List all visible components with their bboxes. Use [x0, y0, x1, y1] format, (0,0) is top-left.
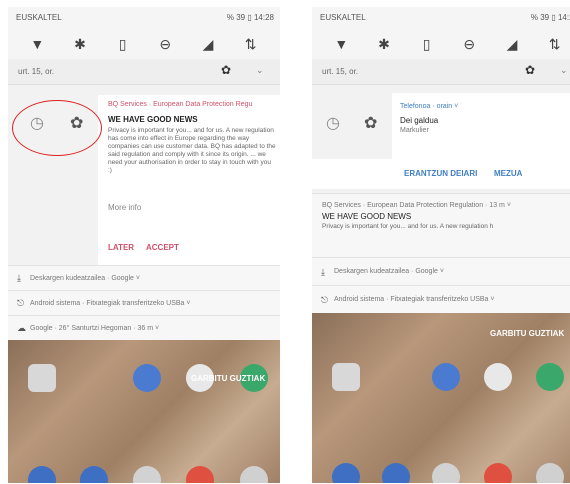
quick-settings: ▼ ✱ ▯ ⊖ ◢ ⇅ — [8, 29, 280, 59]
notification-body: Privacy is important for you... and for … — [108, 127, 276, 174]
carrier-label: EUSKALTEL — [16, 13, 62, 22]
usb-icon: ⎋ — [321, 295, 329, 305]
battery-clock: % 39 ▯ 14:29 — [530, 13, 570, 22]
quick-settings: ▼ ✱ ▯ ⊖ ◢ ⇅ — [312, 29, 570, 59]
date-bar: urt. 15, or. ✿ ⌄ — [312, 59, 570, 85]
messages-app-icon[interactable] — [382, 463, 410, 483]
wifi-icon[interactable]: ▼ — [331, 36, 351, 52]
usb-transfer-notification: Android sistema · Fitxategiak transferit… — [30, 300, 191, 307]
more-info-link[interactable]: More info — [108, 203, 141, 212]
phone-screenshot-left: EUSKALTEL % 39 ▯ 14:28 ▼ ✱ ▯ ⊖ ◢ ⇅ urt. … — [8, 7, 280, 483]
clear-all-button[interactable]: GARBITU GUZTIAK — [191, 374, 265, 383]
home-wallpaper: GARBITU GUZTIAK — [8, 340, 280, 483]
notification-body: Privacy is important for you... and for … — [322, 223, 494, 230]
phone-app-icon[interactable] — [332, 463, 360, 483]
phone-screenshot-right: EUSKALTEL % 39 ▯ 14:29 ▼ ✱ ▯ ⊖ ◢ ⇅ urt. … — [312, 7, 570, 483]
notification-header: BQ Services · European Data Protection R… — [322, 202, 511, 209]
do-not-disturb-icon[interactable]: ⊖ — [155, 36, 175, 53]
weather-cloud-icon: ☁ — [17, 323, 26, 333]
download-icon: ⤓ — [17, 273, 21, 283]
list-item[interactable]: ⤓ Deskargen kudeatzailea · Google ˅ — [312, 257, 570, 285]
list-item[interactable]: ⎋ Android sistema · Fitxategiak transfer… — [312, 285, 570, 313]
message-button[interactable]: MEZUA — [494, 169, 522, 178]
notification-title: Dei galdua — [400, 116, 439, 125]
wifi-icon[interactable]: ▼ — [27, 36, 47, 52]
phone-app-icon[interactable] — [28, 466, 56, 483]
settings-gear-icon[interactable]: ✿ — [221, 63, 231, 77]
signal-icon[interactable]: ◢ — [502, 36, 522, 53]
battery-clock: % 39 ▯ 14:28 — [226, 13, 274, 22]
highlight-circle — [12, 100, 102, 156]
weather-notification: Google · 26° Santurtzi Hegoman · 36 m ˅ — [30, 325, 160, 332]
download-icon: ⤓ — [321, 267, 325, 277]
home-wallpaper: GARBITU GUZTIAK — [312, 313, 570, 483]
app-folder-icon[interactable] — [332, 363, 360, 391]
notification-caller: Markulier — [400, 127, 429, 134]
settings-gear-icon[interactable]: ✿ — [525, 63, 535, 77]
usb-transfer-notification: Android sistema · Fitxategiak transferit… — [334, 296, 495, 303]
notification-title: WE HAVE GOOD NEWS — [322, 212, 412, 221]
notification-header: BQ Services · European Data Protection R… — [108, 101, 253, 108]
camera-app-icon[interactable] — [536, 463, 564, 483]
bq-notification[interactable]: BQ Services · European Data Protection R… — [312, 193, 570, 257]
date-bar: urt. 15, or. ✿ ⌄ — [8, 59, 280, 85]
bluetooth-icon[interactable]: ✱ — [374, 36, 394, 53]
expand-chevron-icon[interactable]: ⌄ — [560, 65, 568, 76]
photos-app-icon[interactable] — [484, 363, 512, 391]
mobile-data-icon[interactable]: ⇅ — [545, 36, 565, 53]
usb-icon: ⎋ — [17, 298, 25, 308]
battery-saver-icon[interactable]: ▯ — [417, 36, 437, 53]
signal-icon[interactable]: ◢ — [198, 36, 218, 53]
notification-settings-gear-icon[interactable]: ✿ — [364, 113, 377, 133]
list-item[interactable]: ☁ Google · 26° Santurtzi Hegoman · 36 m … — [8, 315, 280, 340]
later-button[interactable]: LATER — [108, 243, 134, 252]
date-label: urt. 15, or. — [18, 67, 55, 76]
messages-app-icon[interactable] — [80, 466, 108, 483]
camera-app-icon[interactable] — [240, 466, 268, 483]
carrier-label: EUSKALTEL — [320, 13, 366, 22]
accept-button[interactable]: ACCEPT — [146, 243, 179, 252]
app-folder-icon[interactable] — [28, 364, 56, 392]
bluetooth-icon[interactable]: ✱ — [70, 36, 90, 53]
play-store-icon[interactable] — [536, 363, 564, 391]
gmail-app-icon[interactable] — [133, 466, 161, 483]
notification-actions: ERANTZUN DEIARI MEZUA — [312, 159, 570, 189]
call-back-button[interactable]: ERANTZUN DEIARI — [404, 169, 477, 178]
gmail-app-icon[interactable] — [432, 463, 460, 483]
list-item[interactable]: ⤓ Deskargen kudeatzailea · Google ˅ — [8, 265, 280, 290]
download-manager-notification: Deskargen kudeatzailea · Google ˅ — [30, 275, 140, 282]
list-item[interactable]: ⎋ Android sistema · Fitxategiak transfer… — [8, 290, 280, 315]
chrome-app-icon[interactable] — [186, 466, 214, 483]
clear-all-button[interactable]: GARBITU GUZTIAK — [490, 329, 564, 338]
settings-app-icon[interactable] — [432, 363, 460, 391]
settings-app-icon[interactable] — [133, 364, 161, 392]
snooze-clock-icon[interactable]: ◷ — [326, 113, 340, 133]
battery-saver-icon[interactable]: ▯ — [113, 36, 133, 53]
notification-header: Telefonoa · orain ˅ — [400, 103, 459, 110]
mobile-data-icon[interactable]: ⇅ — [241, 36, 261, 53]
notification-title: WE HAVE GOOD NEWS — [108, 115, 198, 124]
bq-notification[interactable]: BQ Services · European Data Protection R… — [98, 95, 280, 265]
date-label: urt. 15, or. — [322, 67, 359, 76]
expand-chevron-icon[interactable]: ⌄ — [256, 65, 264, 76]
do-not-disturb-icon[interactable]: ⊖ — [459, 36, 479, 53]
download-manager-notification: Deskargen kudeatzailea · Google ˅ — [334, 268, 444, 275]
chrome-app-icon[interactable] — [484, 463, 512, 483]
